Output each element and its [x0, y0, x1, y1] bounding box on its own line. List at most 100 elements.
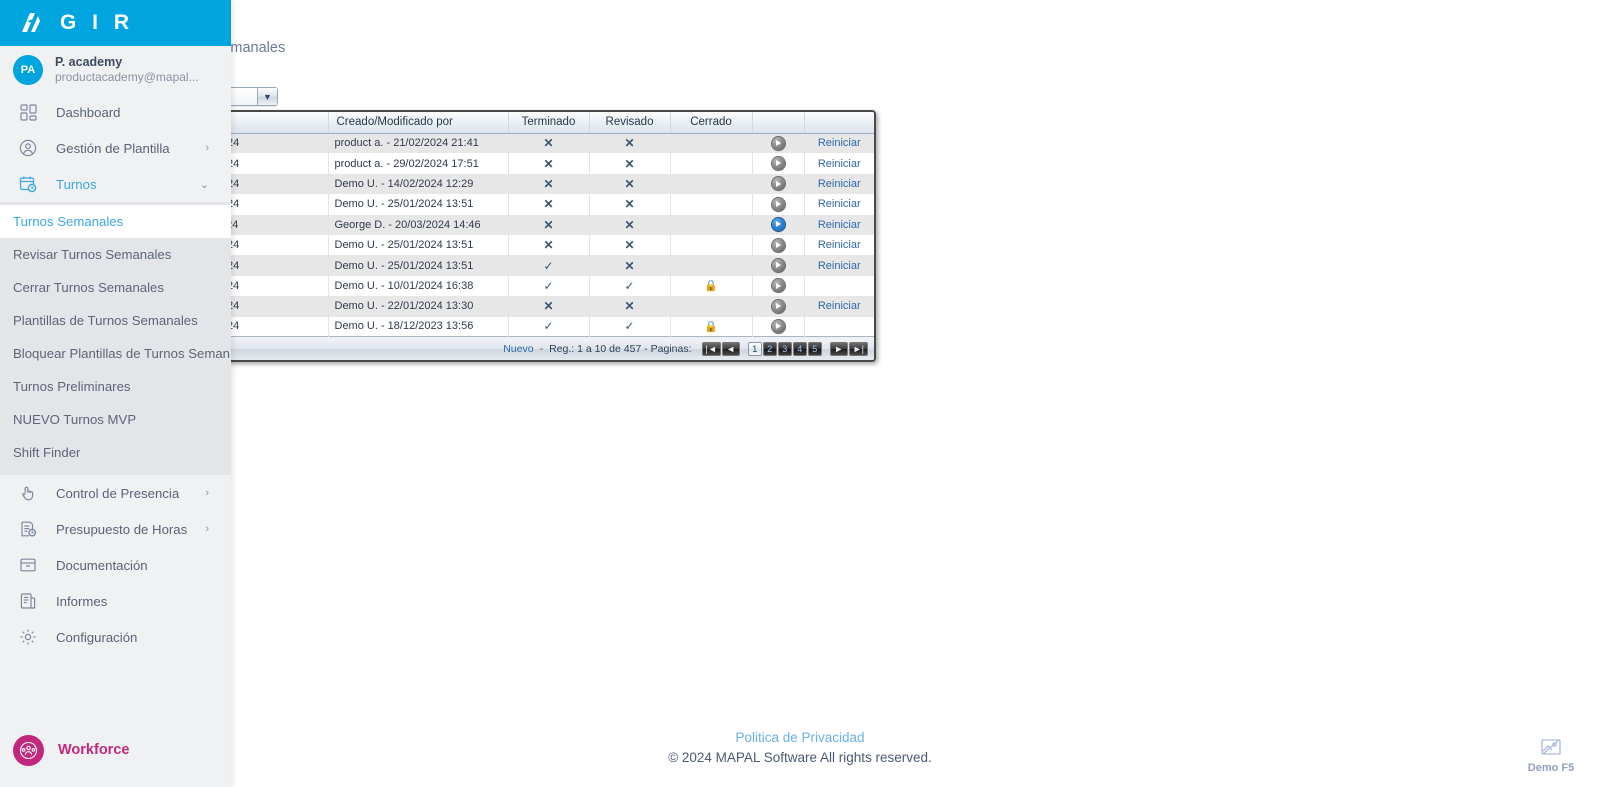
cell-action[interactable] [804, 275, 874, 297]
sidebar-item-configuraci-n[interactable]: Configuración [0, 619, 231, 655]
table-row[interactable]: 024 - 03/03/2024product a. - 29/02/2024 … [150, 153, 874, 174]
go-arrow-icon[interactable] [771, 218, 785, 232]
table-row[interactable]: 024 - 10/03/2024product a. - 21/02/2024 … [150, 133, 874, 154]
go-arrow-icon[interactable] [771, 177, 785, 191]
go-arrow-icon[interactable] [771, 136, 785, 150]
cell-action[interactable]: Reiniciar [804, 173, 874, 195]
chevron-down-icon[interactable]: ▼ [257, 88, 277, 105]
cell-action[interactable]: Reiniciar [804, 153, 874, 174]
sidebar-item-label: Dashboard [56, 104, 121, 120]
cell-action[interactable]: Reiniciar [804, 133, 874, 154]
reiniciar-link[interactable]: Reiniciar [818, 219, 861, 231]
demo-badge: Demo F5 [1512, 737, 1590, 774]
cell-revisado: ✕ [589, 214, 671, 235]
sidebar-item-dashboard[interactable]: Dashboard [0, 94, 231, 130]
pager-next-button[interactable]: ► [829, 341, 848, 356]
go-arrow-icon[interactable] [771, 157, 785, 171]
user-profile[interactable]: PA P. academy productacademy@mapal... [0, 46, 231, 94]
go-arrow-icon[interactable] [771, 259, 785, 273]
table-row[interactable]: 024 - 11/02/2024George D. - 20/03/2024 1… [150, 214, 874, 235]
cell-author: Demo U. - 25/01/2024 13:51 [328, 255, 509, 276]
pager-first-button[interactable]: |◄ [701, 341, 721, 356]
column-header-terminado[interactable]: Terminado [508, 112, 590, 134]
pager-prev-button[interactable]: ◄ [721, 341, 740, 356]
cell-terminado: ✓ [508, 275, 590, 297]
reiniciar-link[interactable]: Reiniciar [818, 137, 861, 149]
sidebar-subitem-2[interactable]: Cerrar Turnos Semanales [0, 271, 231, 304]
privacy-policy-link[interactable]: Politica de Privacidad [0, 728, 1600, 748]
cell-go[interactable] [752, 214, 805, 235]
cell-cerrado [670, 234, 753, 256]
sidebar-subitem-3[interactable]: Plantillas de Turnos Semanales [0, 304, 231, 337]
cell-action[interactable]: Reiniciar [804, 234, 874, 256]
sidebar-subitem-5[interactable]: Turnos Preliminares [0, 370, 231, 403]
sidebar-submenu-turnos: Turnos Semanales Revisar Turnos Semanales… [0, 202, 231, 475]
cell-revisado: ✕ [589, 153, 671, 174]
cell-revisado: ✓ [589, 275, 671, 297]
app-root: les / Turnos Semanales ▼ [0, 0, 1600, 787]
table-row[interactable]: 024 - 28/01/2024Demo U. - 25/01/2024 13:… [150, 255, 874, 276]
terminado-x-icon: ✕ [543, 238, 554, 253]
pager-dash: - [539, 342, 544, 355]
cell-action[interactable] [804, 316, 874, 337]
cell-go[interactable] [752, 153, 805, 174]
table-row[interactable]: 024 - 07/01/2024Demo U. - 18/12/2023 13:… [150, 316, 874, 337]
sidebar-subitem-4[interactable]: Bloquear Plantillas de Turnos Seman... [0, 337, 231, 370]
sidebar-item-turnos[interactable]: Turnos ⌄ [0, 166, 231, 202]
pager-page-2[interactable]: 2 [762, 341, 777, 356]
sidebar-subitem-0[interactable]: Turnos Semanales [0, 205, 231, 238]
reiniciar-link[interactable]: Reiniciar [818, 158, 861, 170]
reiniciar-link[interactable]: Reiniciar [818, 198, 861, 210]
reiniciar-link[interactable]: Reiniciar [818, 300, 861, 312]
sidebar-footer[interactable]: Workforce [0, 713, 231, 787]
cell-action[interactable]: Reiniciar [804, 214, 874, 235]
cell-go[interactable] [752, 316, 805, 337]
go-arrow-icon[interactable] [771, 299, 785, 313]
cell-go[interactable] [752, 255, 805, 276]
go-arrow-icon[interactable] [771, 279, 785, 293]
sidebar-subitem-1[interactable]: Revisar Turnos Semanales [0, 238, 231, 271]
table-row[interactable]: 024 - 21/01/2024Demo U. - 10/01/2024 16:… [150, 275, 874, 297]
go-arrow-icon[interactable] [771, 238, 785, 252]
cell-go[interactable] [752, 275, 805, 297]
cell-go[interactable] [752, 194, 805, 215]
cell-go[interactable] [752, 296, 805, 317]
sidebar-item-control-de-presencia[interactable]: Control de Presencia › [0, 475, 231, 511]
sidebar-subitem-label: Turnos Preliminares [13, 379, 131, 394]
column-header-cerrado[interactable]: Cerrado [670, 112, 753, 134]
table-row[interactable]: 024 - 14/01/2024Demo U. - 22/01/2024 13:… [150, 296, 874, 317]
cell-action[interactable]: Reiniciar [804, 255, 874, 276]
cell-go[interactable] [752, 133, 805, 154]
table-row[interactable]: 024 - 25/02/2024Demo U. - 14/02/2024 12:… [150, 173, 874, 195]
cell-go[interactable] [752, 234, 805, 256]
cell-action[interactable]: Reiniciar [804, 194, 874, 215]
reiniciar-link[interactable]: Reiniciar [818, 178, 861, 190]
pager-page-4[interactable]: 4 [792, 341, 807, 356]
table-row[interactable]: 024 - 04/02/2024Demo U. - 25/01/2024 13:… [150, 234, 874, 256]
image-blocked-icon [1512, 737, 1590, 760]
cell-action[interactable]: Reiniciar [804, 296, 874, 317]
brand-header[interactable]: G I R [0, 0, 231, 46]
reiniciar-link[interactable]: Reiniciar [818, 239, 861, 251]
column-header-revisado[interactable]: Revisado [589, 112, 671, 134]
go-arrow-icon[interactable] [771, 197, 785, 211]
sidebar-item-documentaci-n[interactable]: Documentación [0, 547, 231, 583]
sidebar-item-gestion-de-plantilla[interactable]: Gestión de Plantilla › [0, 130, 231, 166]
sidebar-subitem-label: Shift Finder [13, 445, 81, 460]
sidebar-subitem-7[interactable]: Shift Finder [0, 436, 231, 469]
revisado-x-icon: ✕ [624, 258, 635, 273]
pager-page-5[interactable]: 5 [807, 341, 822, 356]
table-header-row: Creado/Modificado por Terminado Revisado… [150, 112, 874, 134]
reiniciar-link[interactable]: Reiniciar [818, 260, 861, 272]
pager-last-button[interactable]: ►| [848, 341, 868, 356]
table-row[interactable]: 024 - 18/02/2024Demo U. - 25/01/2024 13:… [150, 194, 874, 215]
sidebar-subitem-6[interactable]: NUEVO Turnos MVP [0, 403, 231, 436]
sidebar-item-presupuesto-de-horas[interactable]: Presupuesto de Horas › [0, 511, 231, 547]
new-record-link[interactable]: Nuevo [503, 343, 533, 355]
cell-go[interactable] [752, 173, 805, 195]
pager-page-3[interactable]: 3 [777, 341, 792, 356]
column-header-author[interactable]: Creado/Modificado por [328, 112, 509, 134]
go-arrow-icon[interactable] [771, 319, 785, 333]
sidebar-item-informes[interactable]: Informes [0, 583, 231, 619]
pager-page-1[interactable]: 1 [747, 341, 762, 356]
